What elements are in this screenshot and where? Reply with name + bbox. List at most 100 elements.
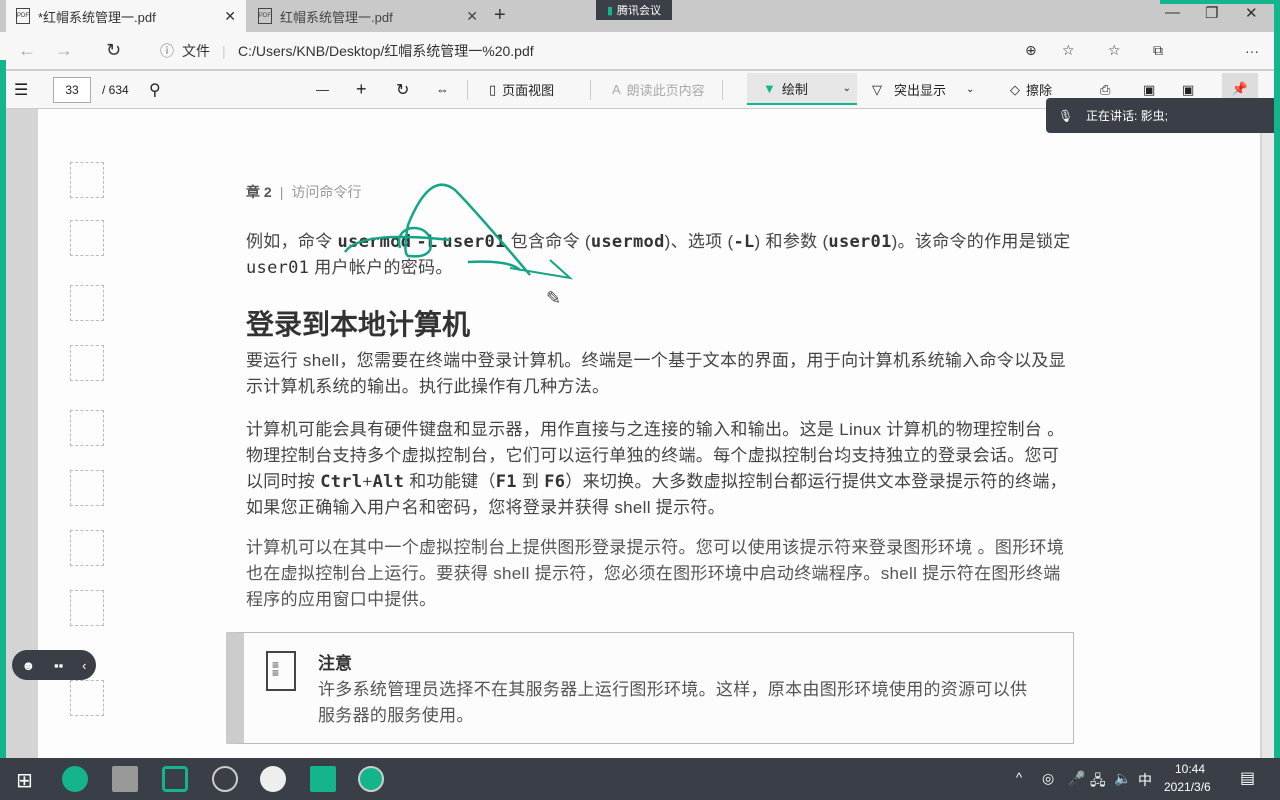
recording-frame <box>1274 0 1280 800</box>
pen-icon: ▼ <box>763 80 776 96</box>
app-icon[interactable] <box>162 766 188 792</box>
emoji-icon[interactable]: ☻ <box>21 658 35 673</box>
thumbnail[interactable] <box>70 285 104 321</box>
zoom-in-button[interactable]: + <box>356 79 367 100</box>
refresh-icon[interactable]: ↻ <box>106 40 121 61</box>
tab-title: 红帽系统管理一.pdf <box>280 9 393 25</box>
meeting-indicator[interactable]: ▮ 腾讯会议 <box>596 0 672 20</box>
speaking-label: 正在讲话: 影虫; <box>1086 109 1169 123</box>
page-view-label: 页面视图 <box>502 83 555 98</box>
highlight-button[interactable]: ▽ 突出显示 ⌄ <box>872 80 974 99</box>
save-as-icon[interactable]: ▣ <box>1182 82 1194 98</box>
app-icon[interactable] <box>260 766 286 792</box>
divider: | <box>222 42 226 59</box>
windows-start-icon[interactable]: ⊞ <box>16 768 33 793</box>
draw-button[interactable]: ▼ 绘制 ⌄ <box>747 73 857 105</box>
file-explorer-icon[interactable] <box>112 766 138 792</box>
zoom-icon[interactable]: ⊕ <box>1025 42 1037 59</box>
search-icon[interactable]: ⚲ <box>149 80 161 100</box>
contents-icon[interactable]: ☰ <box>14 80 28 100</box>
edge-browser-icon[interactable] <box>62 766 88 792</box>
highlight-label: 突出显示 <box>894 83 947 98</box>
favorites-icon[interactable]: ☆ <box>1108 42 1121 59</box>
section-heading: 登录到本地计算机 <box>246 309 471 340</box>
read-aloud-button[interactable]: A 朗读此页内容 <box>612 80 705 99</box>
restore-button[interactable]: ❐ <box>1205 4 1218 22</box>
meeting-label: 腾讯会议 <box>617 5 662 17</box>
page-view-button[interactable]: ▯ 页面视图 <box>489 80 554 99</box>
chat-icon[interactable]: ▪▪ <box>54 658 63 673</box>
fit-width-icon[interactable]: ⇔ <box>436 82 449 97</box>
app-icon[interactable] <box>212 766 238 792</box>
more-icon[interactable]: ··· <box>1245 43 1259 59</box>
tray-expand-icon[interactable]: ^ <box>1016 770 1022 785</box>
tab-inactive[interactable]: PDF 红帽系统管理一.pdf ✕ <box>248 0 488 32</box>
zoom-out-button[interactable]: — <box>316 82 329 97</box>
pencil-cursor-icon: ✎ <box>546 288 562 308</box>
thumbnail[interactable] <box>70 410 104 446</box>
highlighter-icon: ▽ <box>872 81 882 97</box>
notifications-icon[interactable]: ▤ <box>1240 768 1255 788</box>
note-title: 注意 <box>318 654 352 673</box>
paragraph: 计算机可能会具有硬件键盘和显示器，用作直接与之连接的输入和输出。这是 Linux… <box>246 420 1067 517</box>
page-number-input[interactable]: 33 <box>53 76 91 103</box>
recording-frame <box>1160 0 1280 4</box>
save-icon[interactable]: ▣ <box>1143 82 1155 98</box>
taskbar: ⊞ ^ ◎ 🎤 🖧 🔈 中 10:44 2021/3/6 ▤ <box>0 758 1280 800</box>
recording-frame <box>0 60 6 800</box>
back-icon[interactable]: ← <box>18 40 36 61</box>
rotate-icon[interactable]: ↻ <box>396 80 409 100</box>
note-body: 许多系统管理员选择不在其服务器上运行图形环境。这样，原本由图形环境使用的资源可以… <box>318 680 1028 725</box>
thumbnail[interactable] <box>70 680 104 716</box>
thumbnail[interactable] <box>70 470 104 506</box>
print-icon[interactable]: ⎙ <box>1100 82 1110 98</box>
favorite-add-icon[interactable]: ☆ <box>1062 42 1075 59</box>
volume-icon[interactable]: 🔈 <box>1114 770 1131 787</box>
pdf-icon: PDF <box>16 8 30 24</box>
url-input[interactable]: C:/Users/KNB/Desktop/红帽系统管理一%20.pdf <box>238 41 534 61</box>
read-aloud-label: 朗读此页内容 <box>626 83 705 98</box>
tray-app-icon[interactable]: ◎ <box>1042 770 1054 787</box>
close-tab-icon[interactable]: ✕ <box>466 8 478 25</box>
collapse-icon[interactable]: ‹ <box>82 658 86 673</box>
pdf-icon: PDF <box>258 8 272 24</box>
read-aloud-icon: A <box>612 82 621 97</box>
minimize-button[interactable]: — <box>1165 4 1180 21</box>
new-tab-button[interactable]: + <box>494 4 506 27</box>
erase-button[interactable]: ◇ 擦除 <box>1010 80 1052 99</box>
thumbnail[interactable] <box>70 162 104 198</box>
app-icon[interactable] <box>358 766 384 792</box>
collections-icon[interactable]: ⧉ <box>1153 42 1163 59</box>
chevron-down-icon[interactable]: ⌄ <box>966 84 974 95</box>
close-window-button[interactable]: ✕ <box>1245 4 1258 22</box>
info-icon: ⓘ <box>160 42 174 59</box>
paragraph: 计算机可以在其中一个虚拟控制台上提供图形登录提示符。您可以使用该提示符来登录图形… <box>246 538 1065 609</box>
close-tab-icon[interactable]: ✕ <box>224 8 236 25</box>
network-icon[interactable]: 🖧 <box>1090 770 1106 794</box>
forward-icon[interactable]: → <box>55 40 73 61</box>
thumbnail[interactable] <box>70 590 104 626</box>
page-view-icon: ▯ <box>489 81 497 97</box>
chapter-number: 章 2 <box>246 184 272 200</box>
address-bar: ← → ↻ ⓘ 文件 | C:/Users/KNB/Desktop/红帽系统管理… <box>0 32 1280 70</box>
microphone-icon: 🎙 <box>1058 108 1074 123</box>
meeting-app-icon[interactable] <box>310 766 336 792</box>
draw-label: 绘制 <box>781 81 808 97</box>
tab-title: *红帽系统管理一.pdf <box>38 9 156 25</box>
floating-meeting-bar: ☻ ▪▪ ‹ <box>12 650 96 680</box>
document-icon: ≡ ≡ <box>266 651 296 691</box>
clock-time[interactable]: 10:44 <box>1175 762 1205 776</box>
eraser-icon: ◇ <box>1010 81 1020 97</box>
microphone-icon[interactable]: 🎤 <box>1068 770 1085 787</box>
clock-date[interactable]: 2021/3/6 <box>1164 780 1211 794</box>
scheme-label: 文件 <box>182 42 210 59</box>
ime-indicator[interactable]: 中 <box>1138 770 1152 790</box>
thumbnail[interactable] <box>70 530 104 566</box>
thumbnail[interactable] <box>70 345 104 381</box>
thumbnail[interactable] <box>70 220 104 256</box>
note-box: ≡ ≡ 注意 许多系统管理员选择不在其服务器上运行图形环境。这样，原本由图形环境使… <box>226 632 1074 744</box>
page-total: / 634 <box>102 82 129 97</box>
speaking-indicator: 🎙 正在讲话: 影虫; <box>1046 98 1280 133</box>
tab-active[interactable]: PDF *红帽系统管理一.pdf ✕ <box>6 0 246 32</box>
chevron-down-icon[interactable]: ⌄ <box>843 83 851 94</box>
